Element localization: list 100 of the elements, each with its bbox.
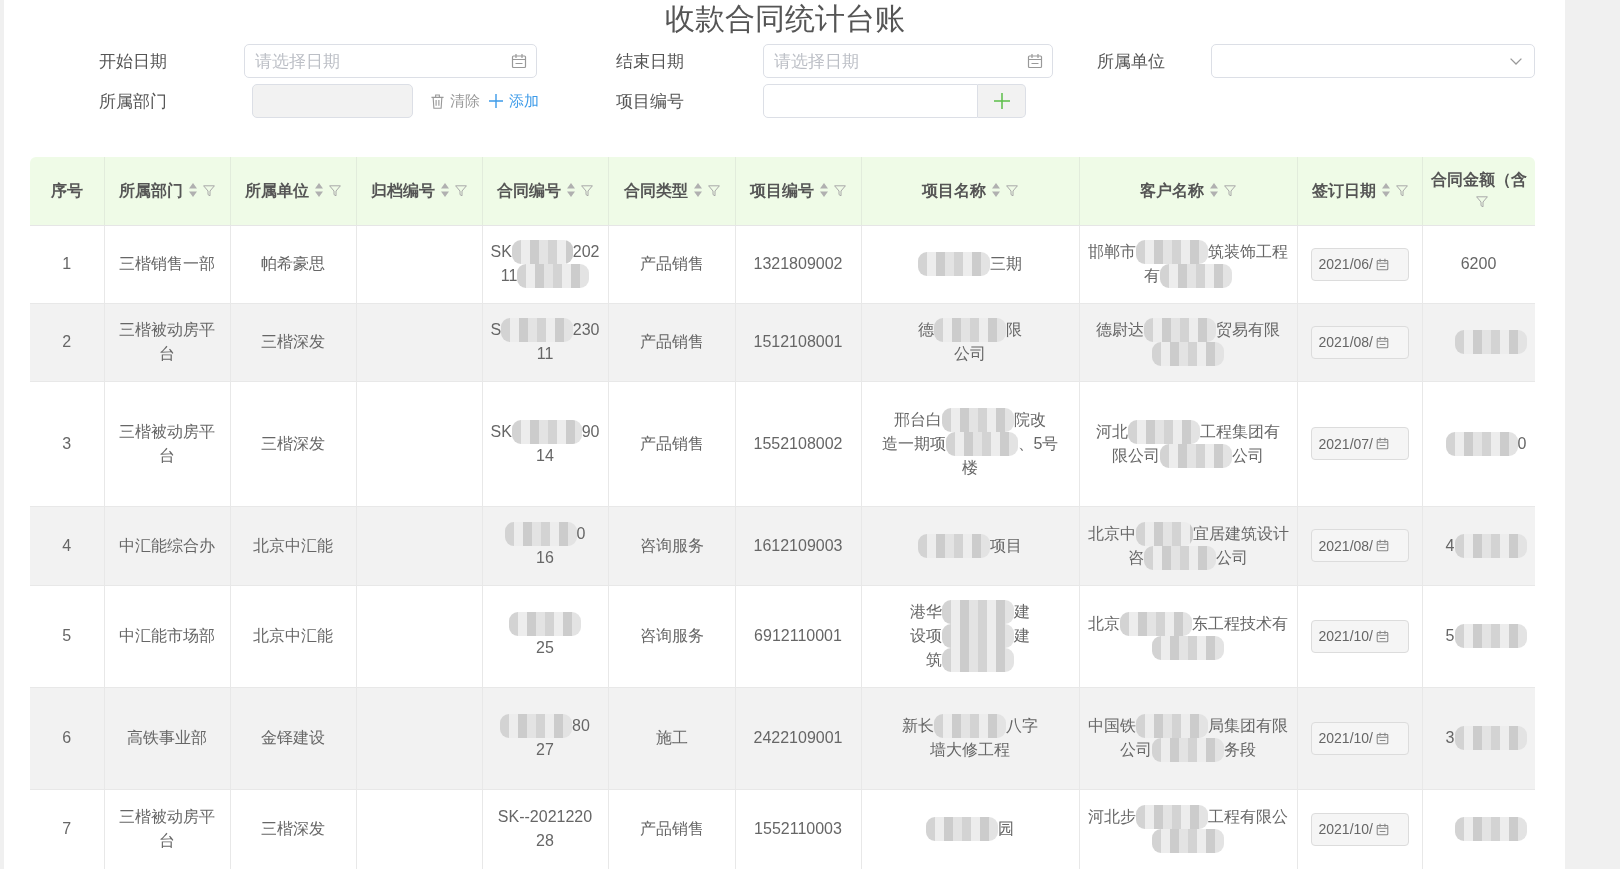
cell-text: 三楷深发 [261,820,325,837]
cell-text: 设项 [910,626,942,646]
date-field[interactable]: 2021/06/ [1310,247,1409,281]
cell-text: 5 [62,627,72,644]
cell-text: 北京中汇能 [253,627,333,644]
sort-icon[interactable] [820,182,828,197]
column-header[interactable]: 所属单位 [230,157,356,225]
cell-text: 1512108001 [753,333,843,350]
select-field[interactable] [1211,44,1535,78]
cell-text: 八字 [1006,716,1038,736]
pixelated-redaction [1160,443,1232,468]
cell-text: 产品销售 [639,255,704,272]
cell-text: 1552110003 [754,820,842,837]
pixelated-redaction [942,648,1014,672]
column-header[interactable]: 合同金额（含 [1422,157,1535,225]
cell-text: 高铁事业部 [127,729,207,746]
filter-icon[interactable] [329,184,341,197]
cell-text: 宜居建筑设计 [1192,523,1289,544]
cell-text: 产品销售 [639,434,704,452]
cell-text: 6200 [1460,255,1497,272]
cell-text: 28 [536,831,554,851]
cell-text: 产品销售 [639,333,704,350]
sort-icon[interactable] [1210,182,1218,197]
pixelated-redaction [1135,521,1193,546]
pixelated-redaction [501,318,573,342]
cell-text: 河北 [1096,421,1128,442]
column-header[interactable]: 合同类型 [608,157,735,225]
cell-text: 邯郸市 [1088,242,1136,262]
date-field[interactable]: 2021/10/ [1310,619,1409,653]
cell-text: 筑 [926,650,942,670]
column-header: 序号 [30,157,104,225]
filter-icon[interactable] [1224,184,1236,197]
cell-text: 4 [62,536,72,554]
column-header[interactable]: 合同编号 [482,157,608,225]
pixelated-redaction [934,714,1006,738]
cell-text: 施工 [655,729,688,746]
column-header[interactable]: 项目名称 [861,157,1079,225]
pixelated-redaction [1152,342,1224,366]
field-label: 项目编号 [616,90,685,113]
cell-text: 202 [572,242,600,262]
column-header[interactable]: 签订日期 [1297,157,1422,225]
cell-text: 工程有限公 [1208,807,1288,827]
filter-icon[interactable] [1395,184,1408,197]
filter-icon[interactable] [581,184,593,197]
cell-text: 贸易有限 [1216,320,1280,340]
pixelated-redaction [942,600,1014,624]
cell-text: 11 [500,266,518,286]
column-header[interactable]: 项目编号 [735,157,861,225]
add-button[interactable] [978,84,1026,118]
cell-text: 7 [62,820,72,837]
filter-icon[interactable] [1475,195,1488,208]
cell-text: 项目 [990,535,1022,556]
sort-icon[interactable] [189,182,197,197]
date-field[interactable]: 2021/08/ [1310,325,1409,359]
cell-text: 德尉达 [1096,320,1144,340]
cell-text: 公司 [954,344,986,364]
cell-text: 墙大修工程 [930,740,1010,760]
filter-icon[interactable] [455,184,467,197]
column-header[interactable]: 所属部门 [104,157,230,225]
pixelated-redaction [1152,738,1224,762]
sort-icon[interactable] [992,182,1000,197]
filter-icon[interactable] [1006,184,1018,197]
cell-text: 德 [918,320,934,340]
cell-text: 有 [1144,266,1160,286]
column-header[interactable]: 归档编号 [356,157,482,225]
input-field[interactable] [763,84,978,118]
cell-text: 建 [1014,602,1030,622]
filter-icon[interactable] [203,184,215,197]
cell-text: 务段 [1224,740,1256,760]
sort-icon[interactable] [1381,182,1390,197]
cell-text: 三楷被动房平台 [119,321,215,362]
cell-text: 北京中 [1087,523,1136,544]
date-field[interactable]: 2021/10/ [1310,812,1409,846]
cell-text: 2422109001 [753,729,843,746]
cell-text: 三楷销售一部 [119,255,215,272]
trash-icon [431,93,444,109]
chevron-down-icon [1510,57,1522,65]
cell-text: 工程集团有 [1200,421,1280,442]
date-field[interactable]: 2021/10/ [1310,721,1409,755]
sort-icon[interactable] [567,182,575,197]
sort-icon[interactable] [441,182,449,197]
cell-text: 80 [572,716,590,736]
cell-text: 公司 [1120,740,1152,760]
cell-text: 1 [62,255,72,272]
cell-text: 帕希豪思 [261,255,325,272]
field-label: 开始日期 [99,50,168,73]
sort-icon[interactable] [693,182,702,197]
calendar-icon [1376,335,1389,349]
date-field[interactable]: 2021/08/ [1310,529,1409,562]
filter-icon[interactable] [707,184,720,197]
filter-icon[interactable] [834,184,846,197]
plus-icon [993,93,1010,109]
cell-text: 造一期项 [881,433,946,454]
cell-text: 0 [576,523,586,544]
sort-icon[interactable] [315,182,323,197]
date-field[interactable]: 2021/07/ [1310,427,1409,460]
column-header[interactable]: 客户名称 [1079,157,1297,225]
cell-text: 限公司 [1112,445,1160,466]
cell-text: 院改 [1014,409,1046,430]
cell-text: 公司 [1216,547,1248,568]
